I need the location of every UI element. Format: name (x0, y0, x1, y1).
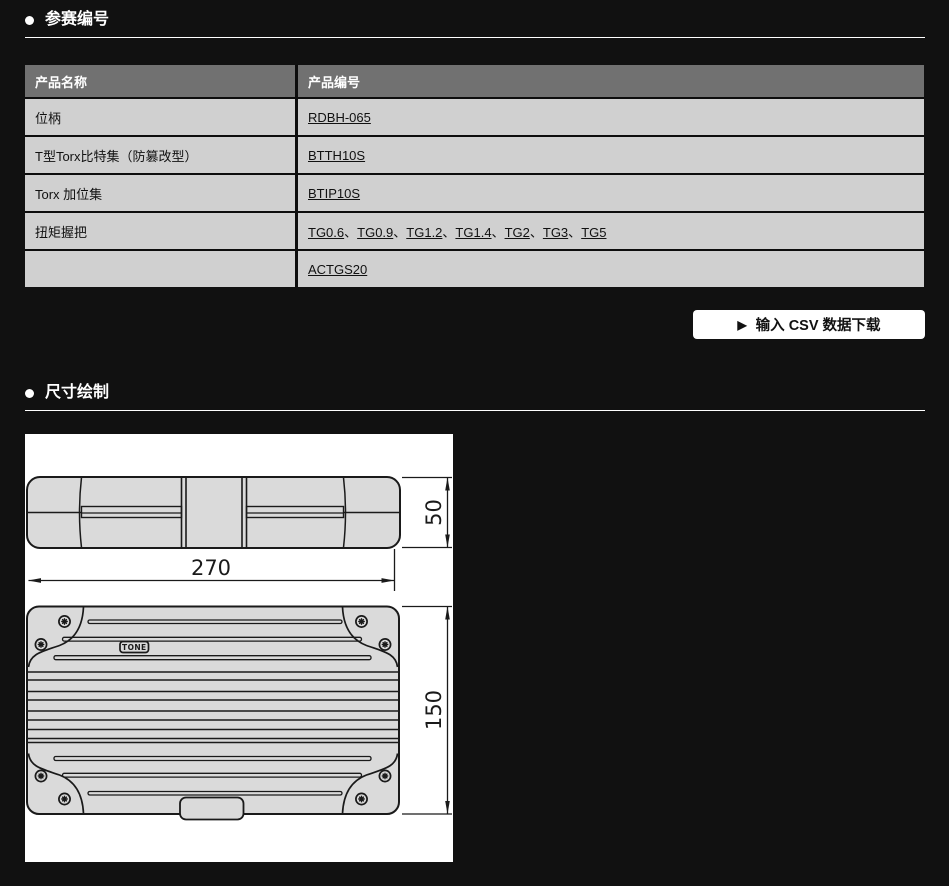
bullet-icon (25, 389, 34, 398)
csv-button-label: 输入 CSV 数据下载 (756, 314, 881, 335)
dim-width: 270 (28, 549, 395, 591)
bullet-icon (25, 16, 34, 25)
page: 参赛编号 产品名称 产品编号 位柄 RDBH-065 T型Torx比特集（防篡改型）… (0, 0, 949, 862)
table-row: ACTGS20 (25, 249, 924, 287)
table-row: 扭矩握把TG0.6、TG0.9、TG1.2、TG1.4、TG2、TG3、TG5 (25, 211, 924, 249)
product-code-link[interactable]: BTIP10S (308, 186, 360, 201)
handle-tab (180, 798, 244, 820)
csv-download-button[interactable]: ▶ 输入 CSV 数据下载 (693, 310, 925, 339)
dim-width-label: 270 (191, 556, 231, 580)
product-name-cell (25, 249, 295, 287)
product-code-link[interactable]: RDBH-065 (308, 110, 371, 125)
product-code-cell: BTIP10S (295, 173, 924, 211)
case-side-view (27, 477, 400, 548)
dim-height-label: 150 (422, 690, 446, 730)
table-row: T型Torx比特集（防篡改型） BTTH10S (25, 135, 924, 173)
product-code-link[interactable]: TG3 (543, 225, 568, 240)
col-header-product-code: 产品编号 (295, 65, 924, 97)
button-row: ▶ 输入 CSV 数据下载 (25, 310, 925, 339)
product-name-cell: T型Torx比特集（防篡改型） (25, 135, 295, 173)
product-name-cell: 扭矩握把 (25, 211, 295, 249)
product-code-link[interactable]: TG0.6 (308, 225, 344, 240)
section-title-text: 尺寸绘制 (45, 384, 109, 402)
product-code-link[interactable]: TG2 (505, 225, 530, 240)
dim-depth: 50 (402, 478, 452, 548)
section-title-part-numbers: 参赛编号 (25, 0, 949, 29)
case-top-view: TONE (27, 607, 399, 820)
product-code-cell: TG0.6、TG0.9、TG1.2、TG1.4、TG2、TG3、TG5 (295, 211, 924, 249)
product-code-link[interactable]: ACTGS20 (308, 262, 367, 277)
table-header-row: 产品名称 产品编号 (25, 65, 924, 97)
product-table-body: 位柄 RDBH-065 T型Torx比特集（防篡改型） BTTH10S Torx 加位集… (25, 97, 924, 287)
col-header-product-name: 产品名称 (25, 65, 295, 97)
tone-logo: TONE (120, 642, 149, 653)
product-code-link[interactable]: TG5 (581, 225, 606, 240)
product-code-cell: BTTH10S (295, 135, 924, 173)
section-title-dimensions: 尺寸绘制 (25, 339, 949, 402)
product-code-cell: RDBH-065 (295, 97, 924, 135)
tone-logo-text: TONE (122, 643, 147, 652)
play-icon: ▶ (737, 319, 746, 331)
product-name-cell: 位柄 (25, 97, 295, 135)
section-title-text: 参赛编号 (45, 11, 109, 29)
product-code-cell: ACTGS20 (295, 249, 924, 287)
table-row: 位柄 RDBH-065 (25, 97, 924, 135)
table-row: Torx 加位集 BTIP10S (25, 173, 924, 211)
dim-depth-label: 50 (422, 499, 446, 526)
section-divider (25, 410, 925, 411)
product-code-link[interactable]: TG0.9 (357, 225, 393, 240)
section-divider (25, 37, 925, 38)
dim-height: 150 (402, 607, 452, 815)
product-code-link[interactable]: TG1.4 (455, 225, 491, 240)
dimension-drawing-svg: 50 270 (25, 434, 453, 862)
dimension-drawing: 50 270 (25, 434, 453, 862)
product-name-cell: Torx 加位集 (25, 173, 295, 211)
product-table: 产品名称 产品编号 位柄 RDBH-065 T型Torx比特集（防篡改型） BTTH1… (25, 65, 924, 287)
product-code-link[interactable]: TG1.2 (406, 225, 442, 240)
product-code-link[interactable]: BTTH10S (308, 148, 365, 163)
